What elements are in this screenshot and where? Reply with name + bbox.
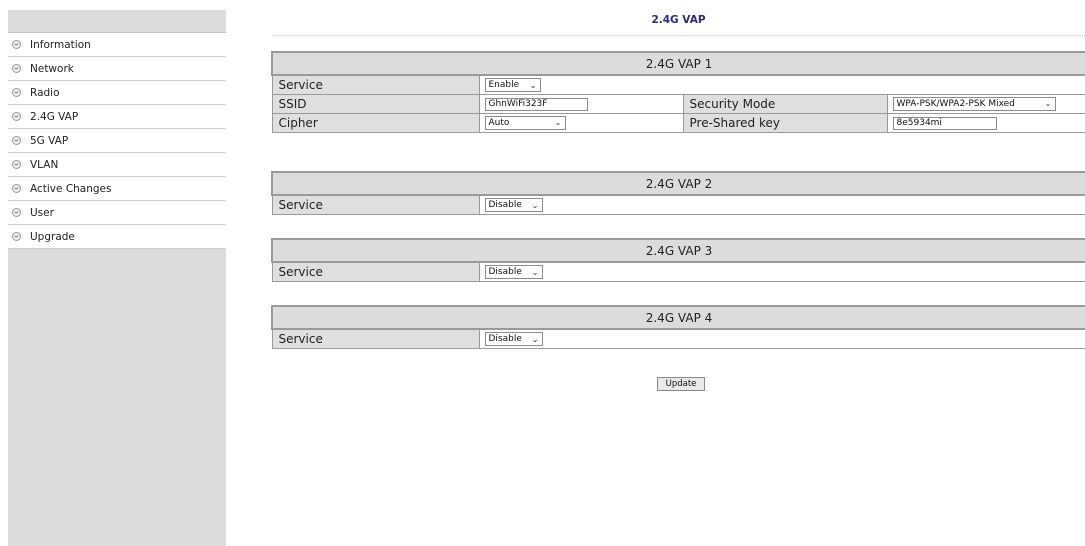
sidebar-item-user[interactable]: User <box>8 201 226 225</box>
vap1-ssid-label: SSID <box>271 93 480 114</box>
sidebar-item-upgrade[interactable]: Upgrade <box>8 225 226 249</box>
vap1-cipher-cell: Auto ⌄ <box>478 112 684 133</box>
vap2-title: 2.4G VAP 2 <box>270 171 1085 196</box>
vap4-service-cell: Disable ⌄ <box>478 328 1085 349</box>
vap2-service-cell: Disable ⌄ <box>478 194 1085 215</box>
sidebar-item-label: Active Changes <box>30 182 112 195</box>
minus-circle-icon <box>12 64 21 73</box>
chevron-down-icon: ⌄ <box>531 267 539 277</box>
chevron-down-icon: ⌄ <box>1044 99 1052 109</box>
vap1-ssid-input[interactable]: GhnWiFi323F <box>484 97 588 111</box>
sidebar-item-label: Network <box>30 62 74 75</box>
update-button[interactable]: Update <box>657 377 705 391</box>
vap3-table: 2.4G VAP 3 Service Disable ⌄ <box>270 238 1085 282</box>
vap1-service-label: Service <box>271 74 480 95</box>
select-value: Disable <box>488 334 522 344</box>
sidebar-item-vlan[interactable]: VLAN <box>8 153 226 177</box>
sidebar-item-label: User <box>30 206 54 219</box>
vap1-security-label: Security Mode <box>682 93 888 114</box>
chevron-down-icon: ⌄ <box>529 80 537 90</box>
chevron-down-icon: ⌄ <box>531 334 539 344</box>
vap2-table: 2.4G VAP 2 Service Disable ⌄ <box>270 171 1085 215</box>
chevron-down-icon: ⌄ <box>531 200 539 210</box>
select-value: Disable <box>488 200 522 210</box>
vap1-service-select[interactable]: Enable ⌄ <box>484 78 541 92</box>
vap4-title: 2.4G VAP 4 <box>270 305 1085 330</box>
sidebar-item-label: Information <box>30 38 91 51</box>
vap1-psk-cell: 8e5934mi <box>886 112 1085 133</box>
vap3-service-label: Service <box>271 261 480 282</box>
sidebar-item-label: Upgrade <box>30 230 75 243</box>
vap3-title: 2.4G VAP 3 <box>270 238 1085 263</box>
vap2-service-label: Service <box>271 194 480 215</box>
minus-circle-icon <box>12 40 21 49</box>
vap1-ssid-cell: GhnWiFi323F <box>478 93 684 114</box>
vap1-service-cell: Enable ⌄ <box>478 74 1085 95</box>
sidebar-item-label: 5G VAP <box>30 134 69 147</box>
minus-circle-icon <box>12 160 21 169</box>
minus-circle-icon <box>12 136 21 145</box>
sidebar-header <box>8 10 226 33</box>
vap1-security-cell: WPA-PSK/WPA2-PSK Mixed ⌄ <box>886 93 1085 114</box>
sidebar-item-active-changes[interactable]: Active Changes <box>8 177 226 201</box>
sidebar-item-radio[interactable]: Radio <box>8 81 226 105</box>
sidebar-item-24g-vap[interactable]: 2.4G VAP <box>8 105 226 129</box>
minus-circle-icon <box>12 184 21 193</box>
sidebar-item-label: VLAN <box>30 158 59 171</box>
vap1-table: 2.4G VAP 1 Service Enable ⌄ SSID GhnWiFi… <box>270 51 1085 133</box>
vap2-service-select[interactable]: Disable ⌄ <box>484 198 543 212</box>
vap1-psk-input[interactable]: 8e5934mi <box>892 116 997 130</box>
sidebar-item-information[interactable]: Information <box>8 33 226 57</box>
vap4-table: 2.4G VAP 4 Service Disable ⌄ <box>270 305 1085 349</box>
vap1-security-select[interactable]: WPA-PSK/WPA2-PSK Mixed ⌄ <box>892 96 1056 111</box>
sidebar-item-5g-vap[interactable]: 5G VAP <box>8 129 226 153</box>
vap3-service-select[interactable]: Disable ⌄ <box>484 265 543 279</box>
vap1-cipher-select[interactable]: Auto ⌄ <box>484 115 566 130</box>
sidebar-item-label: 2.4G VAP <box>30 110 79 123</box>
sidebar-item-label: Radio <box>30 86 60 99</box>
select-value: WPA-PSK/WPA2-PSK Mixed <box>896 98 1015 109</box>
select-value: Disable <box>488 267 522 277</box>
sidebar-nav: Information Network Radio 2.4G VAP 5G VA… <box>8 33 226 249</box>
minus-circle-icon <box>12 232 21 241</box>
chevron-down-icon: ⌄ <box>554 118 562 128</box>
vap4-service-select[interactable]: Disable ⌄ <box>484 332 543 346</box>
minus-circle-icon <box>12 208 21 217</box>
select-value: Enable <box>488 80 520 90</box>
vap1-title: 2.4G VAP 1 <box>270 51 1085 76</box>
vap4-service-label: Service <box>271 328 480 349</box>
vap1-cipher-label: Cipher <box>271 112 480 133</box>
sidebar: Information Network Radio 2.4G VAP 5G VA… <box>8 10 226 546</box>
minus-circle-icon <box>12 112 21 121</box>
page-title: 2.4G VAP <box>651 14 706 26</box>
select-value: Auto <box>488 117 510 128</box>
sidebar-item-network[interactable]: Network <box>8 57 226 81</box>
vap1-psk-label: Pre-Shared key <box>682 112 888 133</box>
vap3-service-cell: Disable ⌄ <box>478 261 1085 282</box>
minus-circle-icon <box>12 88 21 97</box>
title-divider <box>272 35 1085 36</box>
